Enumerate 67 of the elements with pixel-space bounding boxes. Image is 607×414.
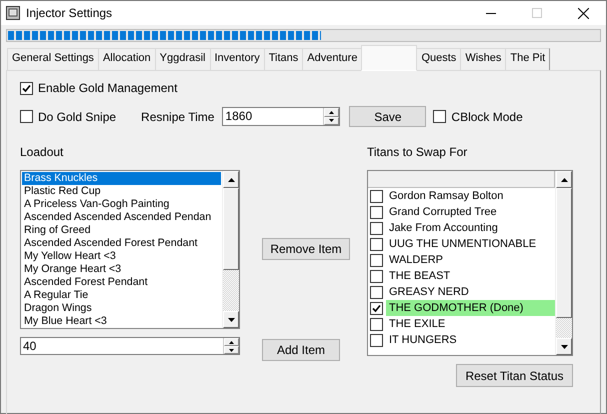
checkbox-label: CBlock Mode (451, 110, 523, 124)
window-title: Injector Settings (26, 6, 114, 20)
tab[interactable]: The Pit (505, 48, 550, 70)
app-icon (6, 6, 20, 20)
list-item[interactable]: Ascended Forest Pendant (22, 276, 221, 289)
list-item[interactable]: Ascended Ascended Forest Pendant (22, 237, 221, 250)
scroll-up-icon[interactable] (560, 178, 568, 182)
scroll-up-icon[interactable] (228, 178, 234, 182)
titan-label[interactable]: Gordon Ramsay Bolton (386, 188, 555, 204)
scrollbar[interactable] (222, 171, 239, 328)
checkbox[interactable] (433, 110, 446, 123)
titan-label[interactable]: IT HUNGERS (386, 332, 555, 348)
list-item[interactable]: A Priceless Van-Gogh Painting (22, 198, 221, 211)
checkbox[interactable] (370, 238, 383, 250)
list-item[interactable]: A Regular Tie (22, 289, 221, 302)
save-button[interactable]: Save (349, 106, 426, 127)
tab[interactable]: Titans (264, 48, 304, 70)
titan-label[interactable]: THE GODMOTHER (Done) (386, 300, 555, 316)
titan-label[interactable]: Jake From Accounting (386, 220, 555, 236)
tab[interactable]: Inventory (210, 48, 265, 70)
reset-titan-status-button[interactable]: Reset Titan Status (456, 364, 573, 387)
add-item-button[interactable]: Add Item (262, 339, 340, 361)
number-field[interactable]: 40 (20, 337, 240, 355)
list-item[interactable]: Dragon Wings (22, 302, 221, 315)
checkbox[interactable] (370, 222, 383, 234)
checkbox[interactable] (370, 302, 383, 314)
checkbox[interactable] (370, 254, 383, 266)
checkbox[interactable] (20, 110, 33, 123)
titan-label[interactable]: THE BEAST (386, 268, 555, 284)
spin-buttons[interactable] (223, 338, 239, 354)
checkbox[interactable] (370, 318, 383, 330)
titan-label[interactable]: GREASY NERD (386, 284, 555, 300)
checkbox[interactable] (370, 206, 383, 218)
checkbox-label: Enable Gold Management (38, 81, 178, 95)
scrollbar[interactable] (555, 171, 572, 355)
list-item[interactable]: My Blue Heart <3 (22, 315, 221, 328)
remove-item-button[interactable]: Remove Item (262, 238, 350, 260)
titan-checklist[interactable]: Gordon Ramsay Bolton Grand Corrupted Tree Jake From Accounting UUG THE UNMENTIONABLE WALDERP THE BEAST GREASY NERD THE GODMOTHER (Done) THE EXILE IT HUNGERS (367, 170, 573, 356)
number-field[interactable]: 1860 (222, 107, 340, 126)
section-title: Loadout (20, 145, 64, 159)
scroll-down-icon[interactable] (560, 344, 568, 348)
list-item[interactable]: Ring of Greed (22, 224, 221, 237)
titan-label[interactable]: UUG THE UNMENTIONABLE (386, 236, 555, 252)
list-item[interactable]: My Yellow Heart <3 (22, 250, 221, 263)
tab[interactable]: Wishes (460, 48, 506, 70)
titan-label[interactable]: Grand Corrupted Tree (386, 204, 555, 220)
titan-label[interactable]: THE EXILE (386, 316, 555, 332)
tab[interactable]: Adventure (302, 48, 362, 70)
tab[interactable]: Allocation (98, 48, 156, 70)
list-item[interactable]: Ascended Ascended Ascended Pendan (22, 211, 221, 224)
checkbox[interactable] (370, 270, 383, 282)
checkbox[interactable] (20, 82, 33, 94)
list-item[interactable]: My Orange Heart <3 (22, 263, 221, 276)
list-item[interactable]: Brass Knuckles (22, 172, 221, 185)
checkbox-label: Do Gold Snipe (38, 110, 116, 124)
checkbox[interactable] (370, 190, 383, 202)
tab[interactable]: General Settings (7, 48, 99, 70)
spin-buttons[interactable] (323, 108, 340, 125)
loadout-list[interactable] (20, 170, 240, 329)
scroll-down-icon[interactable] (228, 318, 234, 322)
titan-label[interactable]: WALDERP (386, 252, 555, 268)
list-item[interactable]: Plastic Red Cup (22, 185, 221, 198)
checkbox[interactable] (370, 286, 383, 298)
field-label: Resnipe Time (141, 110, 214, 124)
checkbox[interactable] (370, 334, 383, 346)
section-title: Titans to Swap For (367, 145, 468, 159)
tab[interactable]: Yggdrasil (154, 48, 210, 70)
